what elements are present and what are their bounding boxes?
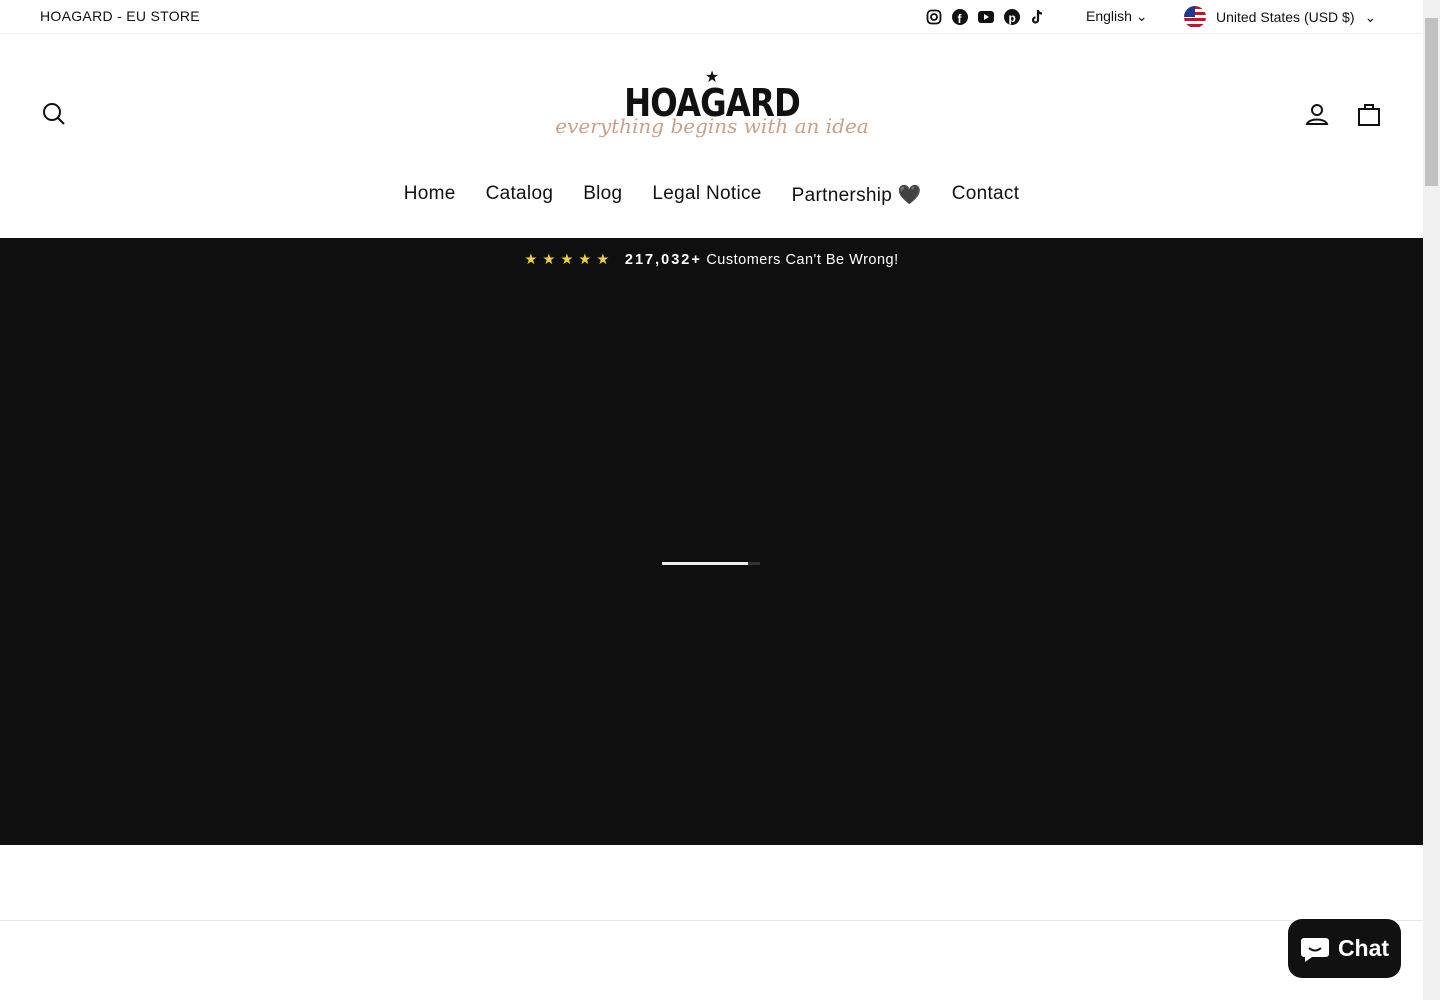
nav-legal-notice[interactable]: Legal Notice <box>652 183 761 207</box>
main-nav: Home Catalog Blog Legal Notice Partnersh… <box>0 183 1423 207</box>
nav-catalog[interactable]: Catalog <box>486 183 554 207</box>
section-divider <box>0 920 1423 921</box>
loading-bar-fill <box>662 562 749 565</box>
loading-bar <box>662 562 760 565</box>
pinterest-icon[interactable]: p <box>1003 8 1020 25</box>
nav-partnership[interactable]: Partnership 🖤 <box>792 183 922 207</box>
customer-count: 217,032+ <box>624 252 702 268</box>
currency-label: United States (USD $) <box>1216 9 1355 25</box>
instagram-icon[interactable] <box>925 8 942 25</box>
nav-blog[interactable]: Blog <box>583 183 622 207</box>
social-links: f p <box>925 8 1046 25</box>
nav-partnership-label: Partnership <box>791 185 893 206</box>
cart-icon[interactable] <box>1357 102 1381 131</box>
logo[interactable]: ★ HOAGARD everything begins with an idea <box>510 70 914 160</box>
tiktok-icon[interactable] <box>1029 8 1046 25</box>
us-flag-icon <box>1184 6 1206 28</box>
chat-button[interactable]: Chat <box>1288 919 1401 978</box>
nav-home[interactable]: Home <box>404 183 456 207</box>
hero-section: ★★★★★ 217,032+ Customers Can't Be Wrong! <box>0 238 1423 845</box>
currency-selector[interactable]: United States (USD $) ⌄ <box>1184 6 1376 28</box>
language-selector[interactable]: English ⌄ <box>1086 8 1148 25</box>
heart-icon: 🖤 <box>897 185 922 206</box>
account-icon[interactable] <box>1305 102 1329 131</box>
nav-contact[interactable]: Contact <box>952 183 1020 207</box>
chat-label: Chat <box>1337 935 1390 961</box>
scrollbar[interactable] <box>1423 0 1440 1000</box>
scrollbar-thumb[interactable] <box>1425 18 1438 186</box>
store-name: HOAGARD - EU STORE <box>40 8 200 24</box>
youtube-icon[interactable] <box>977 8 994 25</box>
facebook-icon[interactable]: f <box>951 8 968 25</box>
search-icon[interactable] <box>42 102 66 131</box>
rating-text: Customers Can't Be Wrong! <box>706 252 899 268</box>
rating-banner: ★★★★★ 217,032+ Customers Can't Be Wrong! <box>0 252 1423 268</box>
svg-text:p: p <box>1008 11 1015 25</box>
chevron-down-icon: ⌄ <box>1364 8 1377 25</box>
announcement-bar: HOAGARD - EU STORE f p English ⌄ United … <box>0 0 1423 34</box>
language-label: English <box>1086 8 1132 24</box>
chevron-down-icon: ⌄ <box>1135 8 1148 24</box>
star-rating-icons: ★★★★★ <box>524 252 615 268</box>
chat-bubble-icon <box>1300 937 1329 962</box>
logo-brand: HOAGARD <box>624 81 801 125</box>
